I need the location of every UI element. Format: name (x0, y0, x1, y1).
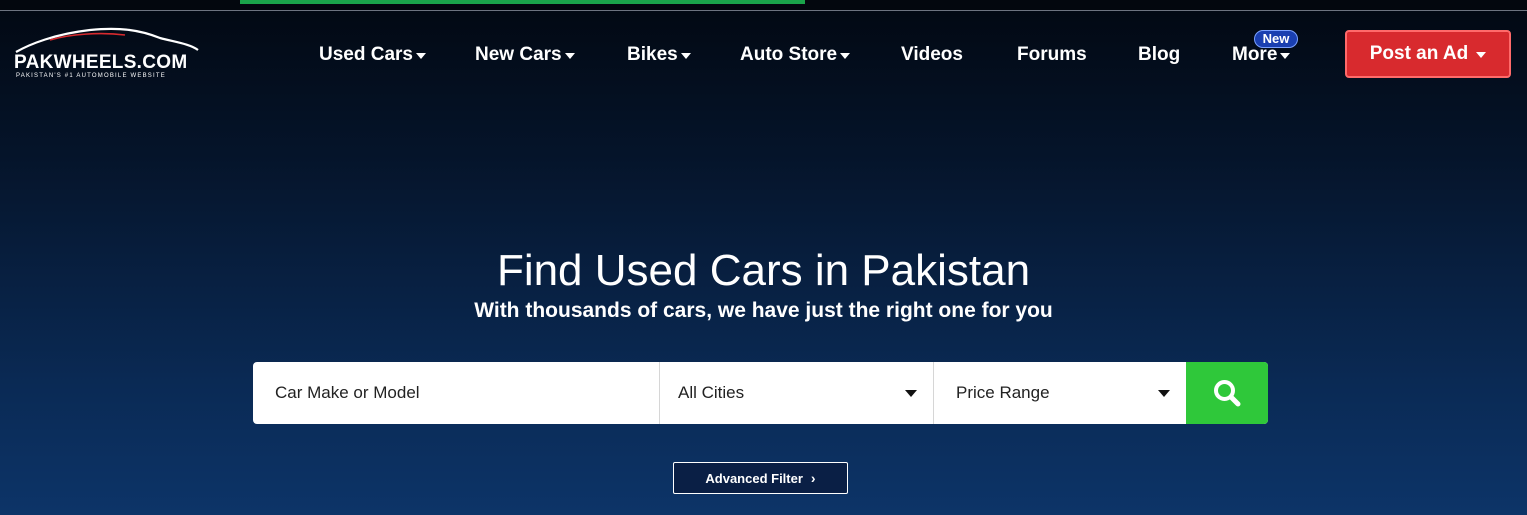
price-range-select[interactable]: Price Range (933, 362, 1186, 424)
chevron-down-icon (416, 53, 426, 59)
chevron-down-icon (1158, 390, 1170, 397)
chevron-down-icon (840, 53, 851, 59)
nav-new-cars[interactable]: New Cars (475, 44, 575, 66)
new-badge: New (1254, 30, 1298, 48)
city-select[interactable]: All Cities (659, 362, 933, 424)
nav-bikes[interactable]: Bikes (627, 44, 691, 66)
chevron-right-icon: › (810, 470, 816, 486)
chevron-down-icon (564, 53, 575, 59)
nav-videos-label: Videos (901, 44, 963, 65)
search-button[interactable] (1186, 362, 1268, 424)
price-range-value: Price Range (956, 383, 1050, 402)
site-logo[interactable]: PAKWHEELS.COM PAKISTAN'S #1 AUTOMOBILE W… (10, 24, 202, 84)
nav-videos[interactable]: Videos (901, 44, 963, 66)
nav-auto-store[interactable]: Auto Store (740, 44, 851, 66)
chevron-down-icon (1280, 53, 1291, 59)
chevron-down-icon (905, 390, 917, 397)
nav-bikes-label: Bikes (627, 44, 678, 65)
nav-new-cars-label: New Cars (475, 44, 562, 65)
city-select-value: All Cities (678, 383, 745, 402)
post-ad-button[interactable]: Post an Ad (1345, 30, 1511, 78)
nav-forums-label: Forums (1017, 44, 1087, 65)
chevron-down-icon (1476, 52, 1487, 58)
nav-used-cars-label: Used Cars (319, 44, 413, 65)
chevron-down-icon (680, 53, 691, 59)
top-ad-banner[interactable] (240, 0, 805, 4)
logo-text: PAKWHEELS.COM (14, 52, 188, 73)
logo-tagline: PAKISTAN'S #1 AUTOMOBILE WEBSITE (16, 73, 166, 79)
car-model-input[interactable]: Car Make or Model (253, 362, 658, 424)
hero-title: Find Used Cars in Pakistan (496, 246, 1031, 295)
search-icon (1214, 380, 1241, 407)
nav-blog[interactable]: Blog (1138, 44, 1180, 66)
nav-auto-store-label: Auto Store (740, 44, 838, 65)
nav-forums[interactable]: Forums (1017, 44, 1087, 66)
advanced-filter-label: Advanced Filter (705, 470, 803, 486)
nav-used-cars[interactable]: Used Cars (319, 44, 426, 66)
advanced-filter-button[interactable]: Advanced Filter › (673, 462, 848, 494)
hero-subtitle: With thousands of cars, we have just the… (474, 299, 1053, 322)
post-ad-label: Post an Ad (1369, 43, 1469, 64)
search-bar: Car Make or Model All Cities Price Range (253, 362, 1268, 424)
nav-blog-label: Blog (1138, 44, 1181, 65)
car-model-placeholder: Car Make or Model (275, 383, 420, 402)
